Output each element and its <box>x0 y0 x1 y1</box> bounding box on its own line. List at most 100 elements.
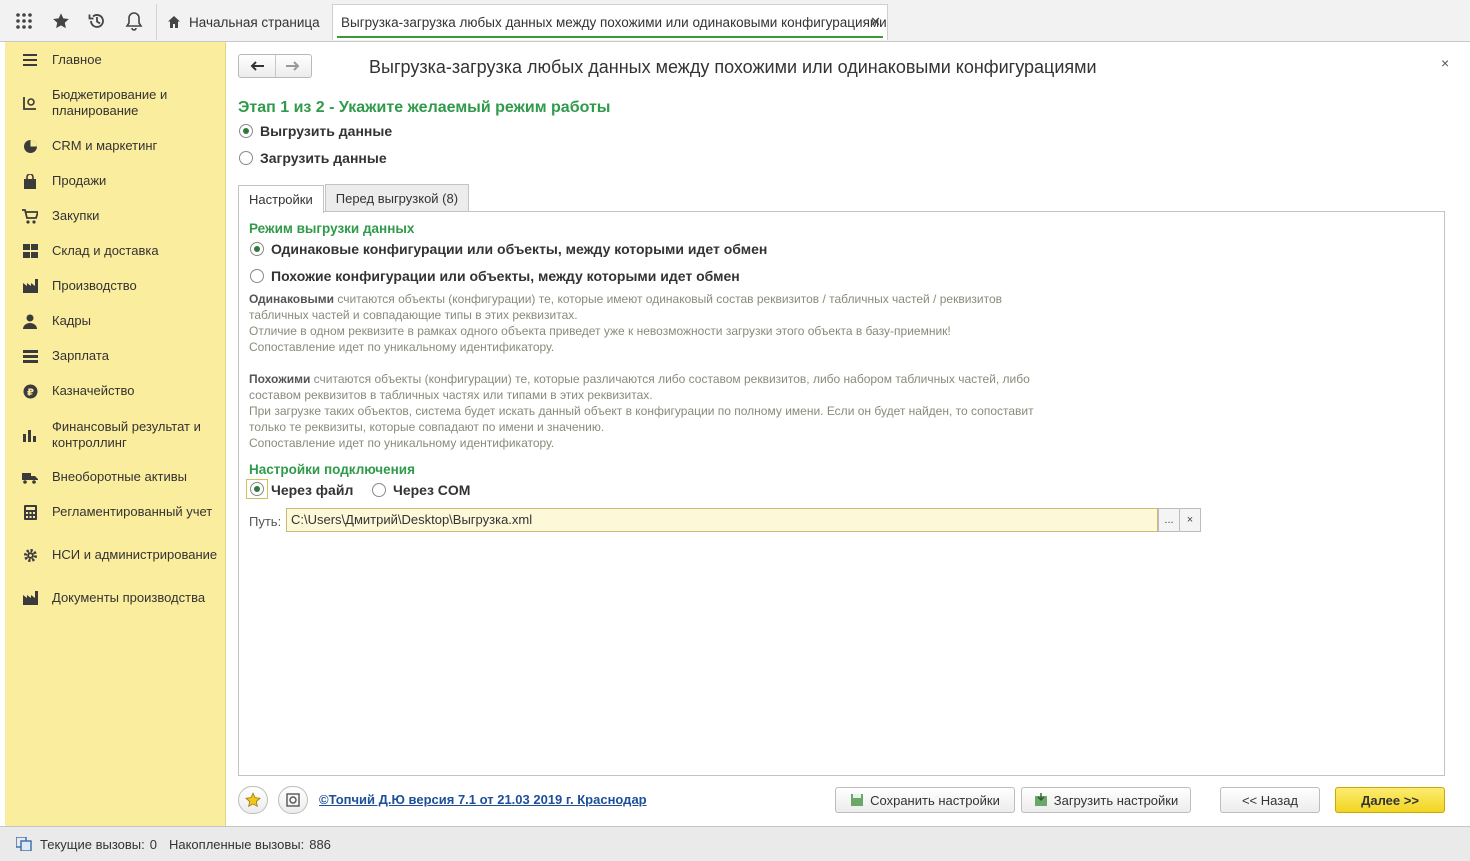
main-form: Выгрузка-загрузка любых данных между пох… <box>227 42 1465 826</box>
sidebar-item-production-docs[interactable]: Документы производства <box>5 590 226 606</box>
sidebar-item-hr[interactable]: Кадры <box>5 313 226 329</box>
button-label: Загрузить настройки <box>1053 792 1179 808</box>
sidebar-item-label: Казначейство <box>52 383 135 398</box>
star-icon <box>245 792 261 808</box>
sidebar-item-fixed-assets[interactable]: Внеоборотные активы <box>5 469 226 485</box>
sidebar-item-label: Документы производства <box>52 590 206 605</box>
tab-home[interactable]: Начальная страница <box>156 4 328 40</box>
radio-via-file-label[interactable]: Через файл <box>271 482 353 498</box>
person-icon <box>22 313 38 329</box>
radio-import-data[interactable]: Загрузить данные <box>239 150 387 166</box>
tab-export-import[interactable]: Выгрузка-загрузка любых данных между пох… <box>332 4 888 40</box>
gear-icon <box>22 547 38 563</box>
radio-via-file[interactable] <box>246 479 268 499</box>
radio-export-data[interactable]: Выгрузить данные <box>239 123 392 139</box>
sidebar-item-purchases[interactable]: Закупки <box>5 208 226 224</box>
sidebar-item-crm[interactable]: CRM и маркетинг <box>5 138 226 154</box>
accumulated-calls-label: Накопленные вызовы: <box>168 836 305 852</box>
desc-similar-config: Похожими считаются объекты (конфигурации… <box>249 372 1034 450</box>
radio-dot <box>250 482 264 496</box>
sidebar-item-financial-result[interactable]: Финансовый результат и контроллинг <box>5 418 226 452</box>
back-arrow-icon[interactable] <box>239 55 276 77</box>
top-bar: Начальная страница Выгрузка-загрузка люб… <box>0 0 1470 42</box>
sidebar-item-label: Регламентированный учет <box>52 504 213 519</box>
radio-label: Выгрузить данные <box>260 123 393 139</box>
button-label: Сохранить настройки <box>870 792 1000 808</box>
apps-grid-icon[interactable] <box>6 0 42 42</box>
save-settings-button[interactable]: Сохранить настройки <box>835 787 1015 813</box>
sidebar-item-treasury[interactable]: ₽ Казначейство <box>5 383 226 399</box>
radio-dot <box>372 483 386 497</box>
home-icon <box>168 16 180 28</box>
payroll-icon <box>22 348 38 364</box>
desc-same-config: Одинаковыми считаются объекты (конфигура… <box>249 292 1003 354</box>
tab-export-import-label: Выгрузка-загрузка любых данных между пох… <box>341 15 887 30</box>
notifications-bell-icon[interactable] <box>116 0 152 42</box>
path-select-button[interactable]: ... <box>1158 508 1180 532</box>
info-button[interactable] <box>278 786 308 814</box>
sidebar-item-label: НСИ и администрирование <box>52 547 218 562</box>
current-calls-label: Текущие вызовы: <box>40 836 145 852</box>
radio-dot <box>239 151 253 165</box>
cart-icon <box>22 208 38 224</box>
radio-via-com[interactable]: Через COM <box>372 482 470 498</box>
radio-label: Похожие конфигурации или объекты, между … <box>271 268 740 284</box>
warehouse-icon <box>22 243 38 259</box>
tab-before-export[interactable]: Перед выгрузкой (8) <box>324 184 470 212</box>
document-factory-icon <box>22 590 38 606</box>
radio-label: Одинаковые конфигурации или объекты, меж… <box>271 241 768 257</box>
sidebar-item-label: Бюджетирование и планирование <box>52 87 168 118</box>
radio-label: Через файл <box>271 482 354 498</box>
budget-icon <box>22 95 38 111</box>
favorite-star-button[interactable] <box>238 786 268 814</box>
sidebar-item-warehouse[interactable]: Склад и доставка <box>5 243 226 259</box>
tab-home-label: Начальная страница <box>189 14 320 30</box>
form-close-icon[interactable]: × <box>1441 55 1449 71</box>
sidebar-item-payroll[interactable]: Зарплата <box>5 348 226 364</box>
sidebar-item-sales[interactable]: Продажи <box>5 173 226 189</box>
path-clear-button[interactable]: × <box>1179 508 1201 532</box>
sidebar-item-budgeting[interactable]: Бюджетирование и планирование <box>5 86 226 120</box>
sidebar-item-regulated-accounting[interactable]: Регламентированный учет <box>5 504 226 520</box>
sidebar-item-main[interactable]: Главное <box>5 52 226 68</box>
sidebar-item-label: Финансовый результат и контроллинг <box>52 419 201 450</box>
sidebar-item-label: Кадры <box>52 313 91 328</box>
stage-title: Этап 1 из 2 - Укажите желаемый режим раб… <box>238 99 611 116</box>
next-button[interactable]: Далее >> <box>1335 787 1445 813</box>
sidebar-item-label: Внеоборотные активы <box>52 469 188 484</box>
sidebar-item-label: Зарплата <box>52 348 109 363</box>
server-calls-icon <box>16 837 32 851</box>
truck-icon <box>22 469 38 485</box>
current-calls-value: 0 <box>149 836 157 852</box>
connection-settings-title: Настройки подключения <box>249 462 415 477</box>
status-bar: Текущие вызовы: 0 Накопленные вызовы: 88… <box>0 826 1470 861</box>
load-icon <box>1034 793 1047 806</box>
radio-similar-config[interactable]: Похожие конфигурации или объекты, между … <box>250 268 740 284</box>
pie-chart-icon <box>22 138 38 154</box>
author-version-link[interactable]: ©Топчий Д.Ю версия 7.1 от 21.03 2019 г. … <box>319 792 647 807</box>
sidebar-item-label: Закупки <box>52 208 100 223</box>
export-mode-title: Режим выгрузки данных <box>249 221 415 236</box>
radio-dot <box>250 269 264 283</box>
path-input[interactable]: C:\Users\Дмитрий\Desktop\Выгрузка.xml <box>286 508 1158 532</box>
bottom-toolbar: ©Топчий Д.Ю версия 7.1 от 21.03 2019 г. … <box>227 786 1465 818</box>
accumulated-calls-value: 886 <box>309 836 331 852</box>
sidebar-item-production[interactable]: Производство <box>5 278 226 294</box>
sidebar-item-admin[interactable]: НСИ и администрирование <box>5 538 226 572</box>
sidebar: Главное Бюджетирование и планирование CR… <box>5 42 226 826</box>
history-icon[interactable] <box>79 0 115 42</box>
form-title: Выгрузка-загрузка любых данных между пох… <box>369 57 1097 77</box>
calculator-icon <box>22 504 38 520</box>
factory-icon <box>22 278 38 294</box>
favorites-star-icon[interactable] <box>43 0 79 42</box>
back-button[interactable]: << Назад <box>1220 787 1320 813</box>
tab-settings[interactable]: Настройки <box>238 185 324 213</box>
bar-chart-icon <box>22 427 38 443</box>
svg-text:₽: ₽ <box>27 387 34 398</box>
tab-close-icon[interactable]: ✕ <box>870 14 881 30</box>
radio-same-config[interactable]: Одинаковые конфигурации или объекты, меж… <box>250 241 767 257</box>
sidebar-item-label: Производство <box>52 278 137 293</box>
radio-dot <box>250 242 264 256</box>
load-settings-button[interactable]: Загрузить настройки <box>1021 787 1191 813</box>
forward-arrow-icon[interactable] <box>276 55 312 77</box>
